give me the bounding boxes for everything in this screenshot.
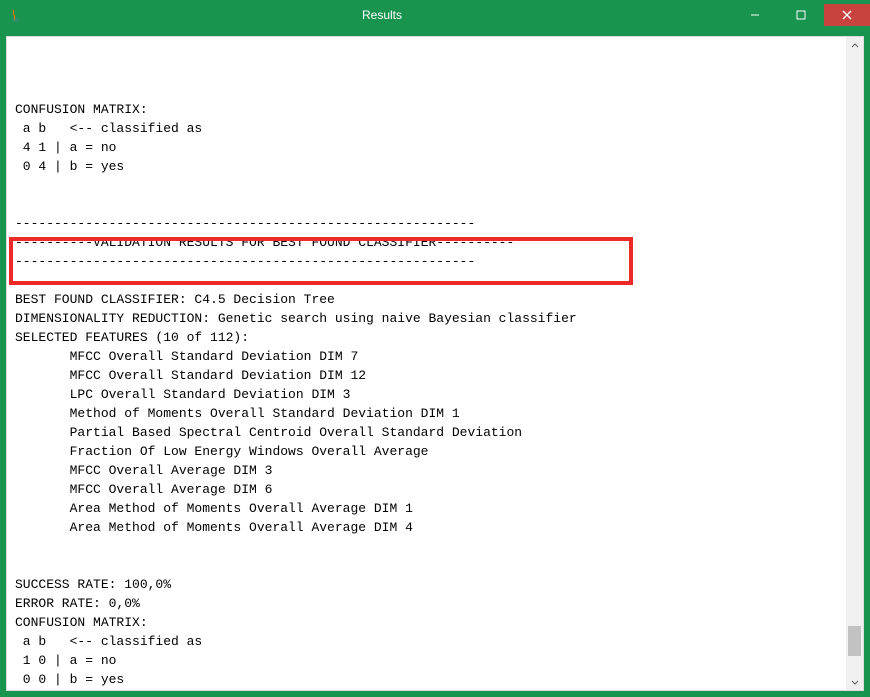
java-icon [8, 7, 24, 23]
titlebar[interactable]: Results [0, 0, 870, 30]
success-rate-line: SUCCESS RATE: 100,0% [15, 577, 171, 592]
feature-line: Area Method of Moments Overall Average D… [15, 501, 413, 516]
feature-line: MFCC Overall Standard Deviation DIM 12 [15, 368, 366, 383]
feature-line: Fraction Of Low Energy Windows Overall A… [15, 444, 428, 459]
feature-line: Method of Moments Overall Standard Devia… [15, 406, 460, 421]
feature-line: Area Method of Moments Overall Average D… [15, 520, 413, 535]
window-title: Results [32, 8, 732, 22]
cm-row: 0 0 | b = yes [15, 672, 124, 687]
cm-row: 0 4 | b = yes [15, 159, 124, 174]
content-area: CONFUSION MATRIX: a b <-- classified as … [0, 30, 870, 697]
selected-features-header: SELECTED FEATURES (10 of 112): [15, 330, 249, 345]
scroll-up-button[interactable] [846, 37, 863, 54]
confusion-matrix-header: CONFUSION MATRIX: [15, 615, 148, 630]
vertical-scrollbar[interactable] [846, 37, 863, 690]
window-controls [732, 4, 870, 26]
output-text: CONFUSION MATRIX: a b <-- classified as … [15, 62, 838, 689]
maximize-button[interactable] [778, 4, 824, 26]
feature-line: MFCC Overall Average DIM 3 [15, 463, 272, 478]
divider-line: ----------------------------------------… [15, 254, 475, 269]
feature-line: MFCC Overall Average DIM 6 [15, 482, 272, 497]
results-window: Results CONFUSION MATRIX: a b <-- classi… [0, 0, 870, 697]
scrollbar-track[interactable] [846, 54, 863, 673]
close-button[interactable] [824, 4, 870, 26]
scroll-down-button[interactable] [846, 673, 863, 690]
cm-row: a b <-- classified as [15, 634, 202, 649]
results-text[interactable]: CONFUSION MATRIX: a b <-- classified as … [7, 37, 846, 690]
validation-header: ----------VALIDATION RESULTS FOR BEST FO… [15, 235, 514, 250]
cm-row: a b <-- classified as [15, 121, 202, 136]
dim-reduction-line: DIMENSIONALITY REDUCTION: Genetic search… [15, 311, 577, 326]
feature-line: Partial Based Spectral Centroid Overall … [15, 425, 522, 440]
best-classifier-line: BEST FOUND CLASSIFIER: C4.5 Decision Tre… [15, 292, 335, 307]
divider-line: ----------------------------------------… [15, 216, 475, 231]
minimize-button[interactable] [732, 4, 778, 26]
confusion-matrix-header: CONFUSION MATRIX: [15, 102, 148, 117]
cm-row: 1 0 | a = no [15, 653, 116, 668]
cm-row: 4 1 | a = no [15, 140, 116, 155]
feature-line: MFCC Overall Standard Deviation DIM 7 [15, 349, 358, 364]
scrollbar-thumb[interactable] [848, 626, 861, 656]
results-panel: CONFUSION MATRIX: a b <-- classified as … [6, 36, 864, 691]
error-rate-line: ERROR RATE: 0,0% [15, 596, 140, 611]
feature-line: LPC Overall Standard Deviation DIM 3 [15, 387, 350, 402]
